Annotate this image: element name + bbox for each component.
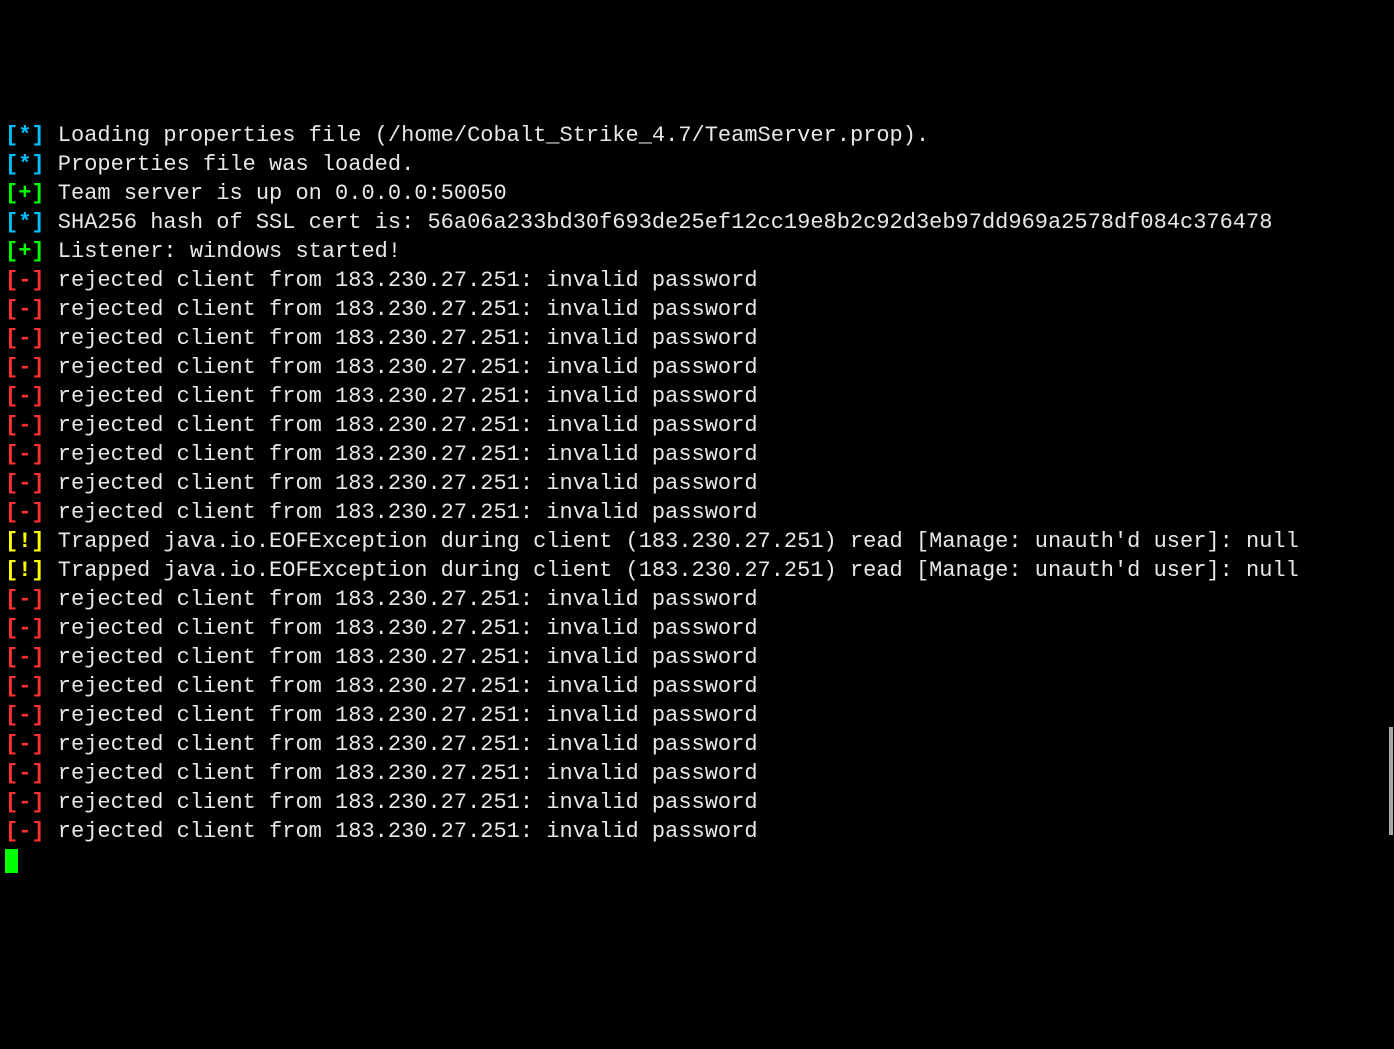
log-message: Properties file was loaded.: [45, 152, 415, 177]
log-line: [-] rejected client from 183.230.27.251:…: [5, 353, 1389, 382]
log-prefix: [-]: [5, 413, 45, 438]
log-prefix: [-]: [5, 326, 45, 351]
terminal-cursor: [5, 849, 18, 873]
log-prefix: [-]: [5, 616, 45, 641]
log-prefix: [-]: [5, 297, 45, 322]
log-line: [-] rejected client from 183.230.27.251:…: [5, 672, 1389, 701]
log-message: rejected client from 183.230.27.251: inv…: [45, 268, 758, 293]
log-message: rejected client from 183.230.27.251: inv…: [45, 471, 758, 496]
log-message: Trapped java.io.EOFException during clie…: [45, 529, 1299, 554]
log-line: [-] rejected client from 183.230.27.251:…: [5, 469, 1389, 498]
log-prefix: [*]: [5, 210, 45, 235]
log-prefix: [-]: [5, 500, 45, 525]
log-message: rejected client from 183.230.27.251: inv…: [45, 645, 758, 670]
log-line: [*] SHA256 hash of SSL cert is: 56a06a23…: [5, 208, 1389, 237]
log-line: [-] rejected client from 183.230.27.251:…: [5, 324, 1389, 353]
log-line: [-] rejected client from 183.230.27.251:…: [5, 382, 1389, 411]
log-message: Team server is up on 0.0.0.0:50050: [45, 181, 507, 206]
log-prefix: [-]: [5, 819, 45, 844]
log-line: [-] rejected client from 183.230.27.251:…: [5, 295, 1389, 324]
log-message: Loading properties file (/home/Cobalt_St…: [45, 123, 930, 148]
log-prefix: [*]: [5, 152, 45, 177]
log-prefix: [-]: [5, 761, 45, 786]
log-prefix: [*]: [5, 123, 45, 148]
log-message: Trapped java.io.EOFException during clie…: [45, 558, 1299, 583]
log-line: [-] rejected client from 183.230.27.251:…: [5, 440, 1389, 469]
log-line: [+] Team server is up on 0.0.0.0:50050: [5, 179, 1389, 208]
log-message: rejected client from 183.230.27.251: inv…: [45, 761, 758, 786]
scrollbar-thumb[interactable]: [1389, 727, 1393, 835]
log-message: rejected client from 183.230.27.251: inv…: [45, 790, 758, 815]
log-message: rejected client from 183.230.27.251: inv…: [45, 384, 758, 409]
log-line: [-] rejected client from 183.230.27.251:…: [5, 498, 1389, 527]
log-message: rejected client from 183.230.27.251: inv…: [45, 413, 758, 438]
terminal-output[interactable]: [*] Loading properties file (/home/Cobal…: [5, 121, 1389, 875]
log-prefix: [!]: [5, 558, 45, 583]
log-line: [!] Trapped java.io.EOFException during …: [5, 556, 1389, 585]
log-prefix: [-]: [5, 587, 45, 612]
log-message: rejected client from 183.230.27.251: inv…: [45, 500, 758, 525]
log-message: rejected client from 183.230.27.251: inv…: [45, 819, 758, 844]
log-prefix: [-]: [5, 732, 45, 757]
log-prefix: [-]: [5, 703, 45, 728]
log-line: [-] rejected client from 183.230.27.251:…: [5, 730, 1389, 759]
log-prefix: [!]: [5, 529, 45, 554]
log-prefix: [-]: [5, 645, 45, 670]
log-line: [-] rejected client from 183.230.27.251:…: [5, 643, 1389, 672]
log-line: [-] rejected client from 183.230.27.251:…: [5, 817, 1389, 846]
log-prefix: [-]: [5, 471, 45, 496]
log-line: [-] rejected client from 183.230.27.251:…: [5, 266, 1389, 295]
log-prefix: [+]: [5, 239, 45, 264]
log-message: rejected client from 183.230.27.251: inv…: [45, 616, 758, 641]
log-message: rejected client from 183.230.27.251: inv…: [45, 674, 758, 699]
log-prefix: [-]: [5, 442, 45, 467]
log-message: SHA256 hash of SSL cert is: 56a06a233bd3…: [45, 210, 1273, 235]
log-message: rejected client from 183.230.27.251: inv…: [45, 703, 758, 728]
log-prefix: [-]: [5, 790, 45, 815]
log-line: [-] rejected client from 183.230.27.251:…: [5, 614, 1389, 643]
scrollbar-track[interactable]: [1386, 0, 1394, 846]
log-line: [-] rejected client from 183.230.27.251:…: [5, 701, 1389, 730]
log-line: [-] rejected client from 183.230.27.251:…: [5, 585, 1389, 614]
cursor-line: [5, 846, 1389, 875]
log-prefix: [-]: [5, 674, 45, 699]
log-line: [-] rejected client from 183.230.27.251:…: [5, 411, 1389, 440]
log-line: [*] Loading properties file (/home/Cobal…: [5, 121, 1389, 150]
log-message: rejected client from 183.230.27.251: inv…: [45, 732, 758, 757]
log-line: [-] rejected client from 183.230.27.251:…: [5, 759, 1389, 788]
log-message: rejected client from 183.230.27.251: inv…: [45, 587, 758, 612]
log-message: rejected client from 183.230.27.251: inv…: [45, 297, 758, 322]
log-message: Listener: windows started!: [45, 239, 401, 264]
log-line: [!] Trapped java.io.EOFException during …: [5, 527, 1389, 556]
log-message: rejected client from 183.230.27.251: inv…: [45, 442, 758, 467]
log-prefix: [-]: [5, 355, 45, 380]
log-message: rejected client from 183.230.27.251: inv…: [45, 355, 758, 380]
log-prefix: [-]: [5, 384, 45, 409]
log-prefix: [+]: [5, 181, 45, 206]
log-line: [*] Properties file was loaded.: [5, 150, 1389, 179]
log-line: [+] Listener: windows started!: [5, 237, 1389, 266]
log-prefix: [-]: [5, 268, 45, 293]
log-message: rejected client from 183.230.27.251: inv…: [45, 326, 758, 351]
log-line: [-] rejected client from 183.230.27.251:…: [5, 788, 1389, 817]
